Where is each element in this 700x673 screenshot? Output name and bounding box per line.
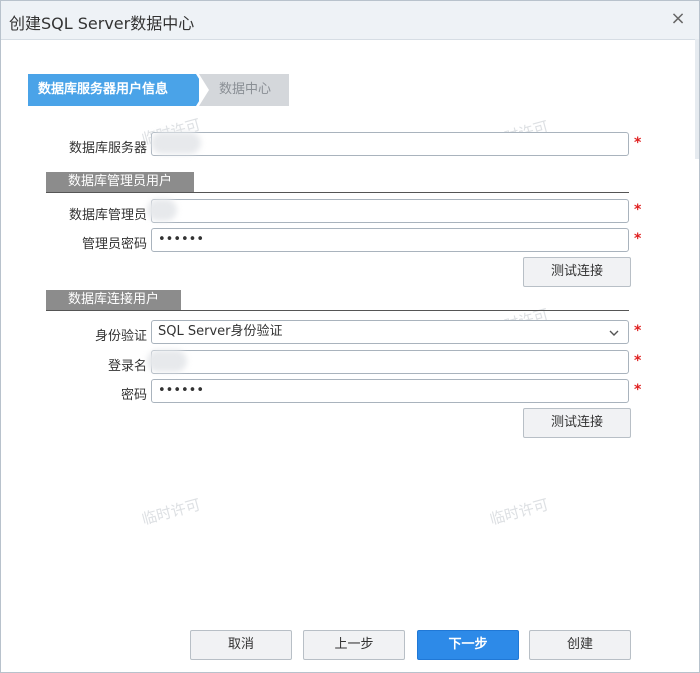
dialog-title: 创建SQL Server数据中心 xyxy=(9,14,195,33)
close-icon[interactable]: × xyxy=(669,10,687,28)
required-mark: * xyxy=(634,202,642,218)
cancel-button[interactable]: 取消 xyxy=(190,630,292,660)
test-connection-button-login[interactable]: 测试连接 xyxy=(523,408,631,438)
previous-step-button[interactable]: 上一步 xyxy=(303,630,405,660)
scrollbar-edge xyxy=(695,39,699,159)
required-mark: * xyxy=(634,382,642,398)
auth-select-value: SQL Server身份验证 xyxy=(158,324,283,339)
watermark: 临时许可 xyxy=(139,495,203,529)
auth-select[interactable]: SQL Server身份验证 xyxy=(151,320,629,344)
login-label: 登录名 xyxy=(107,359,147,374)
step-notch xyxy=(199,74,209,106)
admin-password-label: 管理员密码 xyxy=(81,237,147,252)
step-datacenter: 数据中心 xyxy=(199,74,289,106)
section-admin-user: 数据库管理员用户 xyxy=(46,172,195,192)
section-divider xyxy=(46,192,629,193)
redacted-blur xyxy=(147,199,177,221)
section-divider xyxy=(46,310,629,311)
create-button[interactable]: 创建 xyxy=(529,630,631,660)
password-input[interactable]: •••••• xyxy=(151,379,629,403)
admin-password-input[interactable]: •••••• xyxy=(151,228,629,252)
test-connection-button-admin[interactable]: 测试连接 xyxy=(523,257,631,287)
dialog-titlebar: 创建SQL Server数据中心 × xyxy=(1,1,699,40)
step-server-user-info: 数据库服务器用户信息 xyxy=(28,74,196,106)
section-connect-user: 数据库连接用户 xyxy=(46,290,182,310)
required-mark: * xyxy=(634,353,642,369)
server-input[interactable] xyxy=(151,132,629,156)
admin-user-input[interactable] xyxy=(151,199,629,223)
required-mark: * xyxy=(634,231,642,247)
redacted-blur xyxy=(147,350,187,372)
next-step-button[interactable]: 下一步 xyxy=(417,630,519,660)
redacted-blur xyxy=(151,132,201,154)
login-input[interactable] xyxy=(151,350,629,374)
auth-label: 身份验证 xyxy=(94,329,147,344)
server-label: 数据库服务器 xyxy=(68,141,147,156)
admin-user-label: 数据库管理员 xyxy=(68,208,147,223)
create-datacenter-dialog: 创建SQL Server数据中心 × 数据库服务器用户信息 数据中心 临时许可 … xyxy=(0,0,700,673)
required-mark: * xyxy=(634,135,642,151)
watermark: 临时许可 xyxy=(487,495,551,529)
password-label: 密码 xyxy=(120,388,147,403)
required-mark: * xyxy=(634,323,642,339)
chevron-down-icon[interactable] xyxy=(608,325,620,347)
